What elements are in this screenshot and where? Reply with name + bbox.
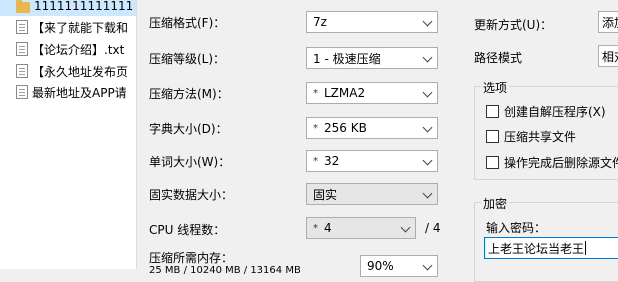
format-select[interactable]: 7z xyxy=(306,11,438,33)
list-item[interactable]: 1111111111111 xyxy=(0,0,136,16)
cpu-value: 4 xyxy=(324,221,332,235)
list-item[interactable]: 【来了就能下载和 xyxy=(0,17,136,37)
text-file-icon xyxy=(16,64,28,78)
level-label: 压缩等级(L)： xyxy=(149,52,226,66)
list-item[interactable]: 最新地址及APP请 xyxy=(0,82,136,102)
solid-label: 固实数据大小： xyxy=(149,188,234,202)
solid-value: 固实 xyxy=(313,187,338,202)
memory-value: 25 MB / 10240 MB / 13164 MB xyxy=(149,265,301,276)
delete-source-label: 操作完成后删除源文件 xyxy=(504,156,618,170)
text-file-icon xyxy=(16,85,28,99)
format-label: 压缩格式(F)： xyxy=(149,16,226,30)
path-label: 路径模式 xyxy=(474,51,523,65)
update-select[interactable]: 添加 xyxy=(598,11,618,33)
checkbox-icon xyxy=(486,156,499,169)
level-value: 1 - 极速压缩 xyxy=(313,51,381,66)
dict-label: 字典大小(D)： xyxy=(149,122,228,136)
password-label: 输入密码： xyxy=(486,221,547,235)
method-select[interactable]: * LZMA2 xyxy=(306,82,438,104)
file-list[interactable]: 1111111111111 【来了就能下载和 【论坛介绍】.txt 【永久地址发… xyxy=(0,0,137,269)
chevron-down-icon xyxy=(422,122,433,133)
default-marker-icon: * xyxy=(313,87,318,99)
checkbox-icon xyxy=(486,130,499,143)
memory-percent-select[interactable]: 90% xyxy=(360,255,438,277)
chevron-down-icon xyxy=(422,52,433,63)
update-label: 更新方式(U)： xyxy=(474,18,553,32)
default-marker-icon: * xyxy=(313,155,318,167)
password-input[interactable]: 上老王论坛当老王 xyxy=(484,237,618,259)
solid-select[interactable]: 固实 xyxy=(306,183,438,205)
dict-value: 256 KB xyxy=(324,121,367,135)
options-title: 选项 xyxy=(481,79,510,96)
dict-select[interactable]: * 256 KB xyxy=(306,117,438,139)
cpu-select[interactable]: * 4 xyxy=(306,217,416,239)
sfx-checkbox[interactable]: 创建自解压程序(X) xyxy=(486,103,606,120)
cpu-total: / 4 xyxy=(425,221,441,235)
word-select[interactable]: * 32 xyxy=(306,150,438,172)
list-item[interactable]: 【永久地址发布页 xyxy=(0,61,136,81)
sfx-label: 创建自解压程序(X) xyxy=(504,105,606,119)
file-name: 1111111111111 xyxy=(34,0,134,13)
path-value: 相对 xyxy=(602,49,618,64)
level-select[interactable]: 1 - 极速压缩 xyxy=(306,47,438,69)
default-marker-icon: * xyxy=(313,122,318,134)
text-file-icon xyxy=(16,42,28,56)
word-label: 单词大小(W)： xyxy=(149,155,231,169)
shared-files-label: 压缩共享文件 xyxy=(504,130,577,144)
update-value: 添加 xyxy=(602,15,618,30)
password-value: 上老王论坛当老王 xyxy=(488,241,585,256)
text-file-icon xyxy=(16,20,28,34)
file-name: 【永久地址发布页 xyxy=(32,64,129,79)
chevron-down-icon xyxy=(422,155,433,166)
chevron-down-icon xyxy=(422,87,433,98)
encryption-title: 加密 xyxy=(481,195,510,212)
chevron-down-icon xyxy=(422,188,433,199)
list-item[interactable]: 【论坛介绍】.txt xyxy=(0,39,136,59)
delete-source-checkbox[interactable]: 操作完成后删除源文件 xyxy=(486,154,618,171)
file-name: 【来了就能下载和 xyxy=(32,20,129,35)
word-value: 32 xyxy=(324,154,340,168)
memory-percent-value: 90% xyxy=(367,259,394,273)
shared-files-checkbox[interactable]: 压缩共享文件 xyxy=(486,128,576,145)
file-name: 【论坛介绍】.txt xyxy=(32,42,125,57)
folder-icon xyxy=(16,0,30,13)
chevron-down-icon xyxy=(422,16,433,27)
memory-label: 压缩所需内存： xyxy=(149,251,234,265)
format-value: 7z xyxy=(313,15,327,29)
method-label: 压缩方法(M)： xyxy=(149,87,229,101)
chevron-down-icon xyxy=(400,222,411,233)
default-marker-icon: * xyxy=(313,222,318,234)
file-name: 最新地址及APP请 xyxy=(32,85,127,100)
checkbox-icon xyxy=(486,105,499,118)
text-caret xyxy=(585,241,587,255)
method-value: LZMA2 xyxy=(324,86,366,100)
path-select[interactable]: 相对 xyxy=(598,45,618,67)
cpu-label: CPU 线程数： xyxy=(149,223,226,237)
